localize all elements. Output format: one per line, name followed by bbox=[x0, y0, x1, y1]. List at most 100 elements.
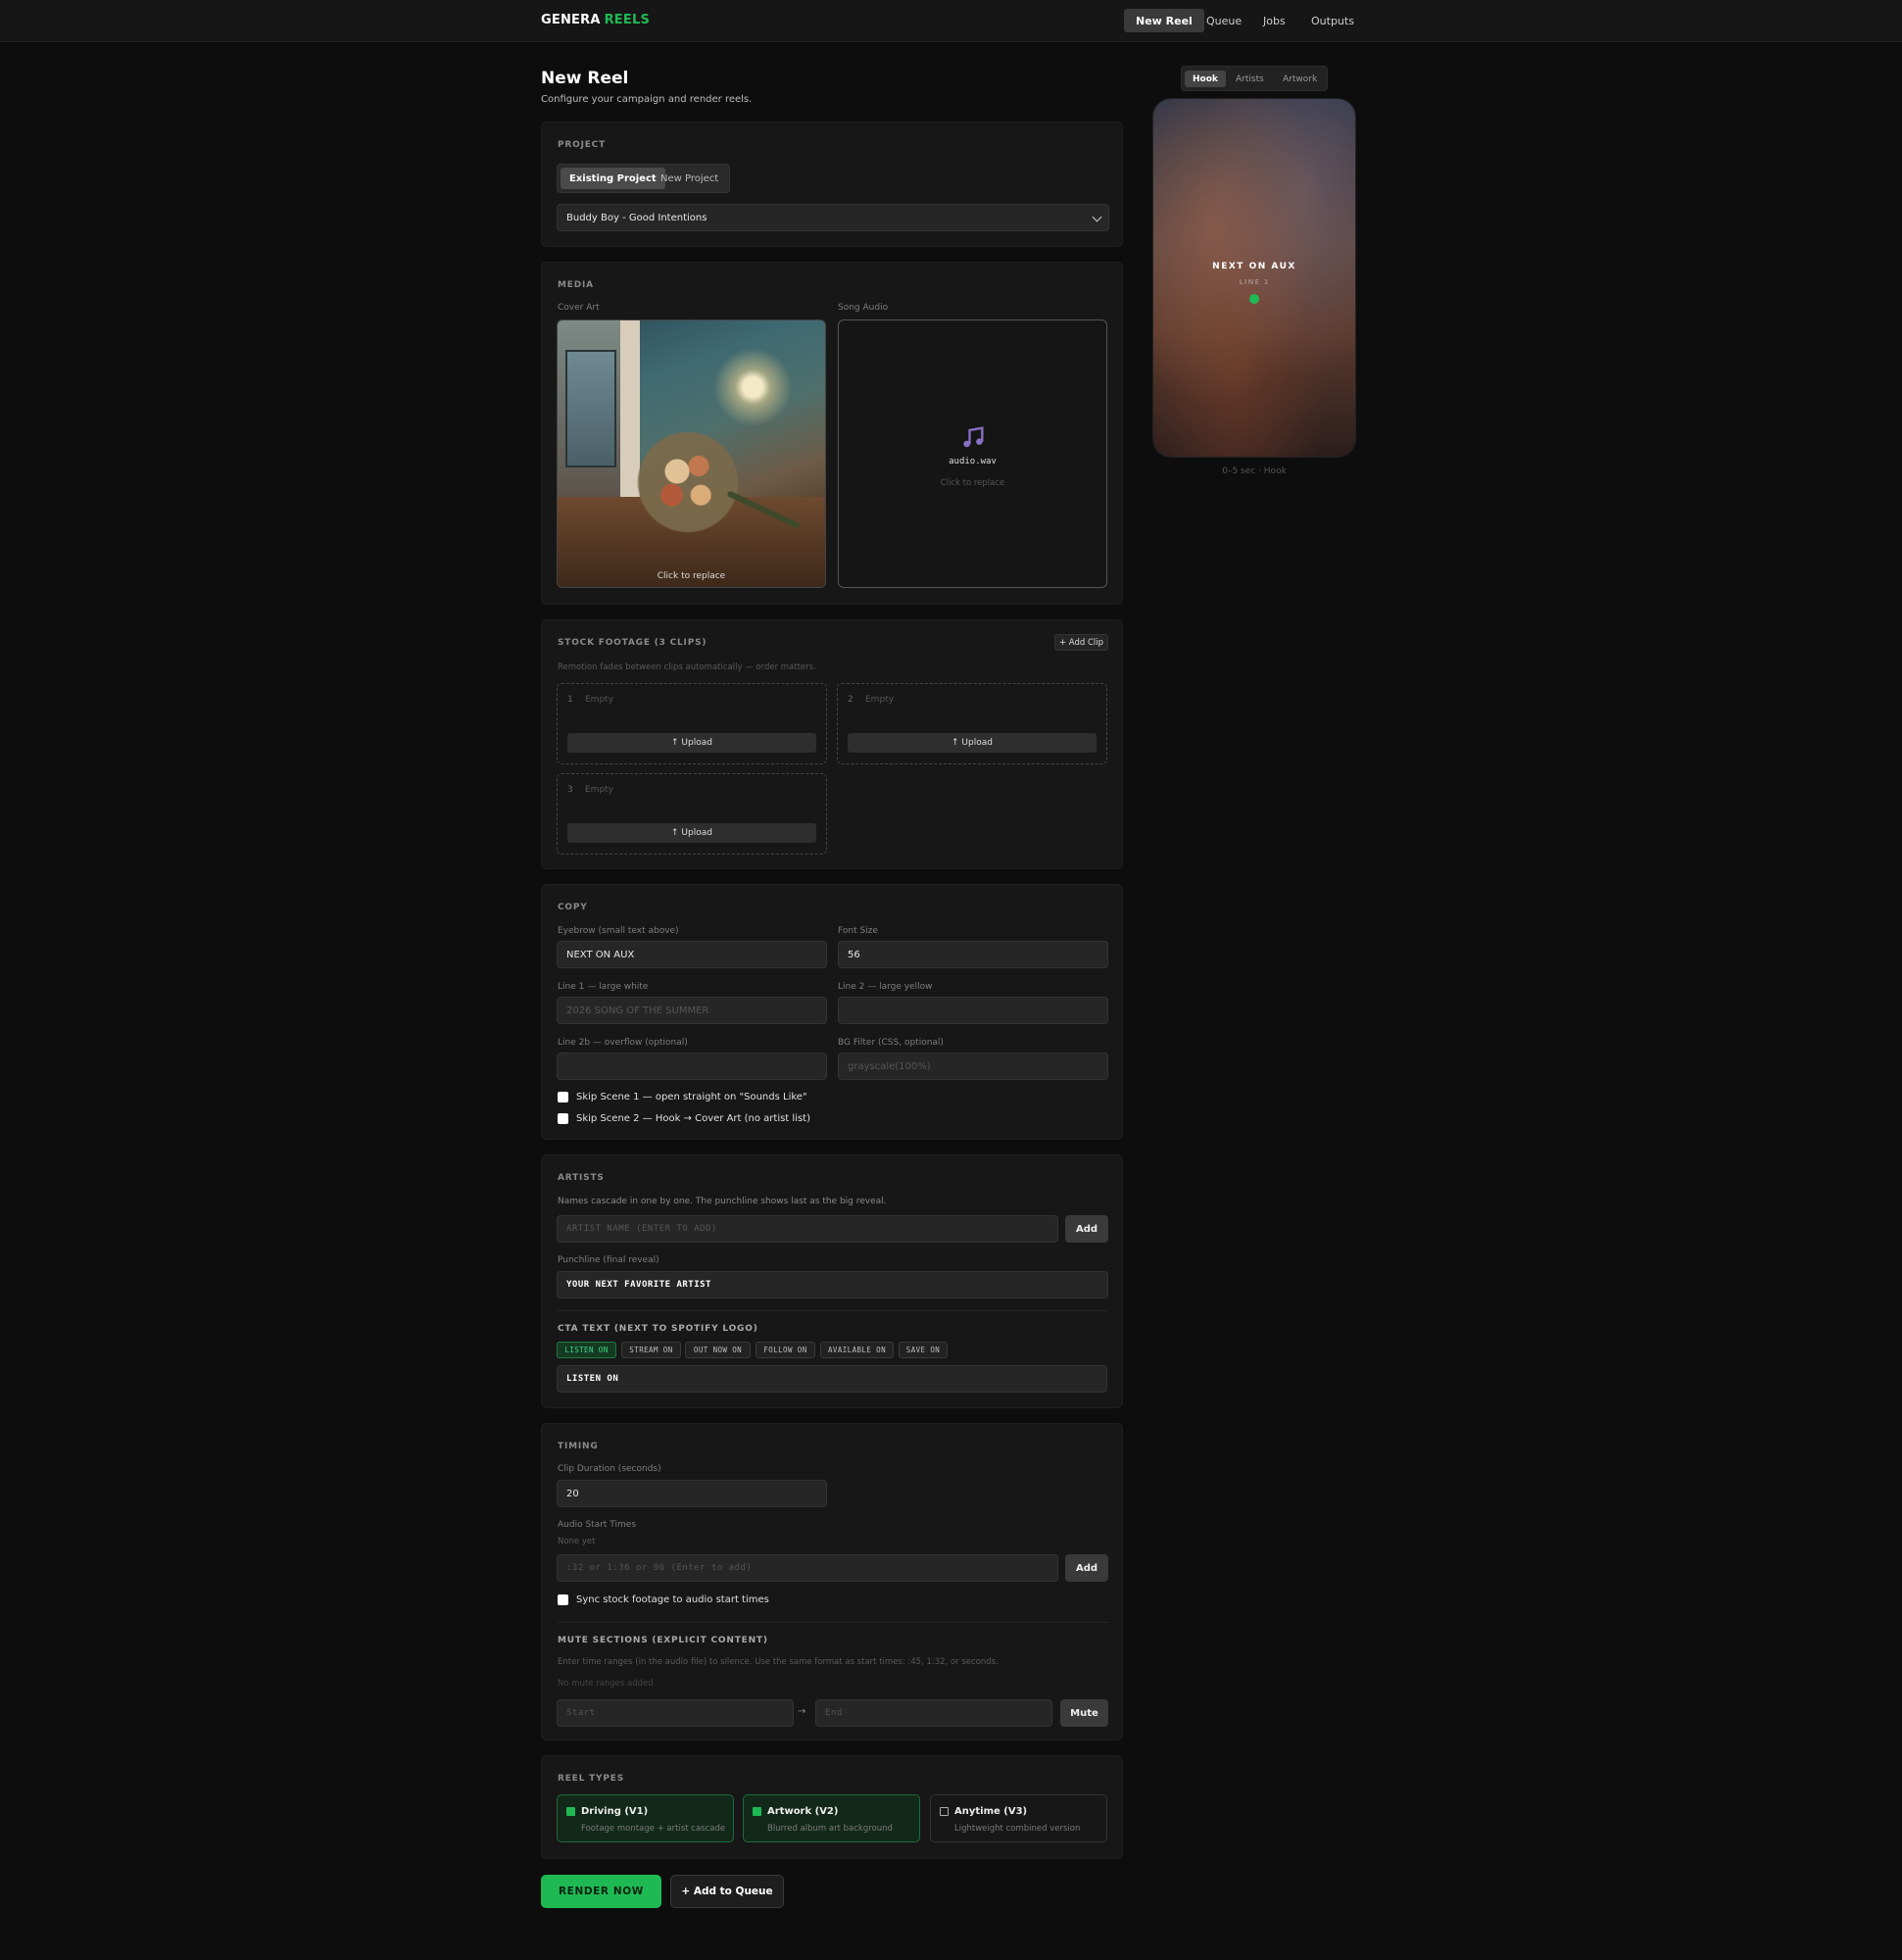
mute-start-input[interactable]: Start bbox=[557, 1699, 794, 1727]
clip-slot-2: 2 Empty ↑ Upload bbox=[837, 683, 1107, 764]
reel-preview: NEXT ON AUX LINE 1 bbox=[1153, 99, 1355, 457]
mute-end-input[interactable]: End bbox=[815, 1699, 1052, 1727]
cta-chip-available-on[interactable]: AVAILABLE ON bbox=[820, 1342, 894, 1358]
cta-text-input[interactable]: LISTEN ON bbox=[557, 1365, 1107, 1393]
preview-tab-artists[interactable]: Artists bbox=[1228, 71, 1272, 87]
section-label-stock: STOCK FOOTAGE (3 CLIPS) bbox=[558, 638, 707, 648]
reel-type-desc: Footage montage + artist cascade bbox=[581, 1824, 726, 1834]
nav-outputs[interactable]: Outputs bbox=[1299, 9, 1366, 32]
preview-tabs: Hook Artists Artwork bbox=[1181, 66, 1328, 91]
line2b-input[interactable] bbox=[557, 1053, 827, 1080]
mute-button[interactable]: Mute bbox=[1060, 1699, 1108, 1727]
cta-chip-stream-on[interactable]: STREAM ON bbox=[621, 1342, 681, 1358]
mute-hint: Enter time ranges (in the audio file) to… bbox=[558, 1657, 999, 1667]
add-to-queue-button[interactable]: + Add to Queue bbox=[670, 1875, 784, 1908]
nav-queue[interactable]: Queue bbox=[1195, 9, 1253, 32]
stock-footage-card: STOCK FOOTAGE (3 CLIPS) + Add Clip Remot… bbox=[541, 619, 1123, 869]
nav-new-reel[interactable]: New Reel bbox=[1124, 9, 1204, 32]
upload-button[interactable]: ↑ Upload bbox=[567, 733, 816, 753]
line2-input[interactable] bbox=[838, 997, 1108, 1024]
clip-duration-label: Clip Duration (seconds) bbox=[558, 1464, 661, 1474]
page-title: New Reel bbox=[541, 69, 629, 88]
section-label-reel-types: REEL TYPES bbox=[558, 1774, 624, 1784]
line1-input[interactable]: 2026 SONG OF THE SUMMER bbox=[557, 997, 827, 1024]
font-size-input[interactable]: 56 bbox=[838, 941, 1108, 968]
bg-filter-label: BG Filter (CSS, optional) bbox=[838, 1038, 944, 1048]
artists-hint: Names cascade in one by one. The punchli… bbox=[558, 1197, 887, 1206]
timing-card: TIMING Clip Duration (seconds) 20 Audio … bbox=[541, 1423, 1123, 1740]
audio-start-label: Audio Start Times bbox=[558, 1520, 637, 1530]
sync-footage-checkbox[interactable] bbox=[558, 1594, 568, 1605]
clip-number: 1 bbox=[567, 695, 573, 705]
cta-chip-out-now-on[interactable]: OUT NOW ON bbox=[685, 1342, 751, 1358]
audio-start-empty: None yet bbox=[558, 1537, 596, 1546]
cta-chip-follow-on[interactable]: FOLLOW ON bbox=[756, 1342, 815, 1358]
section-label-artists: ARTISTS bbox=[558, 1173, 605, 1183]
add-artist-button[interactable]: Add bbox=[1065, 1215, 1108, 1243]
song-audio-label: Song Audio bbox=[838, 303, 889, 313]
punchline-input[interactable]: YOUR NEXT FAVORITE ARTIST bbox=[557, 1271, 1108, 1298]
skip-scene2-checkbox[interactable] bbox=[558, 1113, 568, 1124]
bg-filter-input[interactable]: grayscale(100%) bbox=[838, 1053, 1108, 1080]
checkbox-checked-icon bbox=[753, 1807, 761, 1816]
tab-new-project[interactable]: New Project bbox=[652, 168, 727, 189]
preview-tab-artwork[interactable]: Artwork bbox=[1275, 71, 1325, 87]
project-card: PROJECT Existing Project New Project Bud… bbox=[541, 122, 1123, 247]
clip-slot-1: 1 Empty ↑ Upload bbox=[557, 683, 827, 764]
add-start-time-button[interactable]: Add bbox=[1065, 1554, 1108, 1582]
punchline-label: Punchline (final reveal) bbox=[558, 1255, 659, 1265]
section-label-project: PROJECT bbox=[558, 140, 607, 150]
checkbox-unchecked-icon bbox=[940, 1807, 949, 1816]
upload-button[interactable]: ↑ Upload bbox=[567, 823, 816, 843]
page-subtitle: Configure your campaign and render reels… bbox=[541, 94, 753, 105]
brand-logo[interactable]: GENERA REELS bbox=[541, 13, 650, 27]
chevron-down-icon bbox=[1092, 212, 1102, 222]
render-now-button[interactable]: RENDER NOW bbox=[541, 1875, 661, 1908]
sync-footage-label: Sync stock footage to audio start times bbox=[576, 1594, 769, 1605]
line2b-label: Line 2b — overflow (optional) bbox=[558, 1038, 688, 1048]
audio-file-name: audio.wav bbox=[949, 457, 997, 466]
nav-jobs[interactable]: Jobs bbox=[1251, 9, 1297, 32]
preview-tab-hook[interactable]: Hook bbox=[1185, 71, 1226, 87]
tab-existing-project[interactable]: Existing Project bbox=[561, 168, 665, 189]
brand-name: GENERA bbox=[541, 13, 601, 27]
clip-duration-input[interactable]: 20 bbox=[557, 1480, 827, 1507]
mute-sections-label: MUTE SECTIONS (EXPLICIT CONTENT) bbox=[558, 1636, 768, 1645]
brand-suffix: REELS bbox=[604, 13, 651, 27]
reel-type-anytime[interactable]: Anytime (V3) Lightweight combined versio… bbox=[930, 1794, 1107, 1842]
project-select-value: Buddy Boy - Good Intentions bbox=[566, 212, 707, 223]
upload-button[interactable]: ↑ Upload bbox=[848, 733, 1097, 753]
eyebrow-input[interactable]: NEXT ON AUX bbox=[557, 941, 827, 968]
section-label-copy: COPY bbox=[558, 903, 588, 912]
cover-art-dropzone[interactable]: Click to replace bbox=[557, 319, 826, 588]
add-clip-button[interactable]: + Add Clip bbox=[1054, 634, 1108, 651]
cover-bouquet-shape bbox=[634, 428, 742, 536]
arrow-right-icon: → bbox=[798, 1706, 806, 1717]
skip-scene1-label: Skip Scene 1 — open straight on "Sounds … bbox=[576, 1092, 807, 1102]
project-select[interactable]: Buddy Boy - Good Intentions bbox=[557, 204, 1109, 231]
cta-chip-save-on[interactable]: SAVE ON bbox=[899, 1342, 948, 1358]
reel-type-desc: Lightweight combined version bbox=[954, 1824, 1081, 1834]
clip-status: Empty bbox=[585, 695, 614, 705]
section-label-timing: TIMING bbox=[558, 1442, 599, 1451]
project-mode-toggle: Existing Project New Project bbox=[557, 164, 730, 193]
eyebrow-label: Eyebrow (small text above) bbox=[558, 926, 679, 936]
spotify-dot-icon bbox=[1249, 294, 1259, 304]
divider bbox=[558, 1310, 1108, 1311]
copy-card: COPY Eyebrow (small text above) NEXT ON … bbox=[541, 884, 1123, 1140]
song-audio-dropzone[interactable]: audio.wav Click to replace bbox=[838, 319, 1107, 588]
media-card: MEDIA Cover Art Song Audio Click to repl… bbox=[541, 262, 1123, 605]
line1-label: Line 1 — large white bbox=[558, 982, 649, 992]
cta-label: CTA TEXT (NEXT TO SPOTIFY LOGO) bbox=[558, 1324, 758, 1334]
mute-empty: No mute ranges added bbox=[558, 1679, 654, 1689]
audio-caption: Click to replace bbox=[940, 478, 1005, 488]
reel-type-artwork[interactable]: Artwork (V2) Blurred album art backgroun… bbox=[743, 1794, 920, 1842]
reel-type-desc: Blurred album art background bbox=[767, 1824, 893, 1834]
skip-scene1-checkbox[interactable] bbox=[558, 1092, 568, 1102]
cta-chip-listen-on[interactable]: LISTEN ON bbox=[557, 1342, 616, 1358]
cover-art-caption: Click to replace bbox=[657, 571, 726, 581]
clip-status: Empty bbox=[865, 695, 895, 705]
audio-start-input[interactable]: :32 or 1:36 or 96 (Enter to add) bbox=[557, 1554, 1058, 1582]
reel-type-driving[interactable]: Driving (V1) Footage montage + artist ca… bbox=[557, 1794, 734, 1842]
artist-name-input[interactable]: ARTIST NAME (ENTER TO ADD) bbox=[557, 1215, 1058, 1243]
